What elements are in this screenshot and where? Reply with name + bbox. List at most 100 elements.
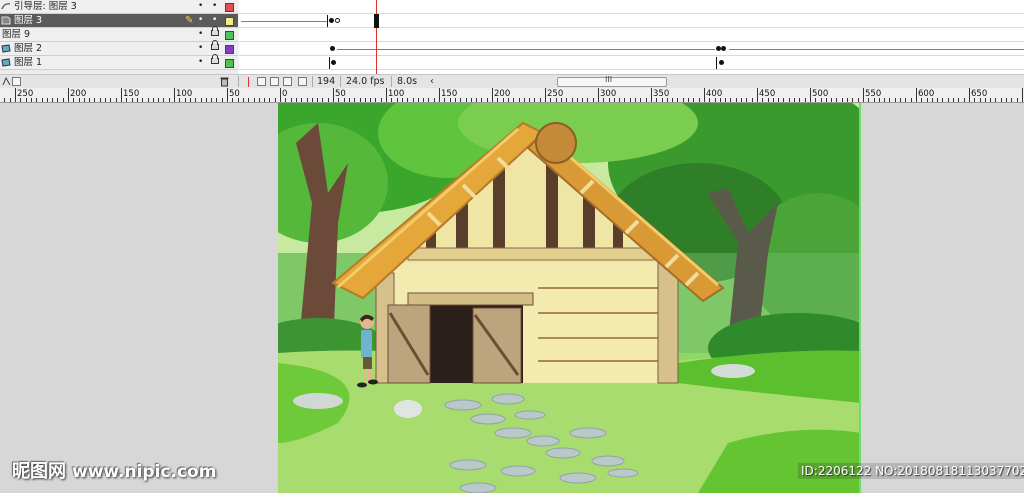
ruler-tick — [895, 98, 896, 102]
ruler-tick — [651, 88, 652, 102]
frame-rate[interactable]: 24.0 fps — [346, 75, 385, 88]
layer-color-swatch[interactable] — [225, 59, 234, 68]
ruler-tick — [519, 98, 520, 102]
ruler-tick — [768, 98, 769, 102]
lock-icon[interactable] — [211, 26, 219, 36]
ruler-tick — [280, 88, 281, 102]
ruler-tick — [439, 88, 440, 102]
ruler-tick — [344, 98, 345, 102]
ruler-tick — [799, 98, 800, 102]
tween-span — [729, 49, 1024, 50]
ruler-tick — [370, 98, 371, 102]
scroll-left-arrow[interactable]: ‹ — [430, 75, 434, 88]
ruler-tick — [349, 98, 350, 102]
lock-icon[interactable] — [211, 40, 219, 50]
frame-row[interactable] — [239, 0, 1024, 14]
ruler-tick — [587, 98, 588, 102]
keyframe[interactable] — [331, 60, 336, 65]
ruler-tick — [487, 98, 488, 102]
keyframe[interactable] — [330, 46, 335, 51]
ruler-tick — [137, 98, 138, 102]
keyframe-marker — [716, 57, 717, 69]
ruler-tick — [291, 98, 292, 102]
ruler-tick — [497, 98, 498, 102]
visibility-dot[interactable]: • — [198, 14, 203, 27]
ruler-tick — [15, 88, 16, 102]
layer-row-guide[interactable]: 引导层: 图层 3 • • — [0, 0, 238, 14]
ruler-tick — [31, 98, 32, 102]
ruler-tick — [413, 98, 414, 102]
ruler-tick — [216, 98, 217, 102]
new-folder-icon[interactable] — [12, 77, 21, 86]
ruler-tick — [195, 98, 196, 102]
visibility-dot[interactable]: • — [198, 56, 203, 69]
frame-row[interactable] — [239, 14, 1024, 28]
lock-dot[interactable]: • — [212, 0, 217, 13]
ruler-tick — [68, 88, 69, 102]
layer-row-9[interactable]: 图层 9 • — [0, 26, 238, 42]
ruler-tick — [132, 98, 133, 102]
keyframe[interactable] — [719, 60, 724, 65]
ruler-tick — [428, 98, 429, 102]
ruler-tick — [148, 98, 149, 102]
ruler-tick — [1001, 98, 1002, 102]
layer-row-3[interactable]: 图层 3 ✎ • • — [0, 14, 238, 28]
lock-icon[interactable] — [211, 54, 219, 64]
ruler-tick — [889, 98, 890, 102]
ruler-tick — [656, 98, 657, 102]
layer-color-swatch[interactable] — [225, 3, 234, 12]
keyframe[interactable] — [329, 18, 334, 23]
ruler-tick — [248, 98, 249, 102]
timeline-status-bar: 194 24.0 fps 8.0s ‹ III — [0, 74, 1024, 88]
visibility-dot[interactable]: • — [198, 28, 203, 41]
keyframe[interactable] — [335, 18, 340, 23]
ruler-tick — [163, 98, 164, 102]
frame-row[interactable] — [239, 56, 1024, 70]
layer-color-swatch[interactable] — [225, 17, 234, 26]
onion-skin-icon[interactable] — [257, 77, 266, 86]
edit-multiple-frames-icon[interactable] — [283, 77, 292, 86]
ruler-tick — [322, 98, 323, 102]
stage-canvas[interactable] — [278, 103, 861, 493]
ruler-tick — [471, 98, 472, 102]
playhead-handle[interactable] — [374, 14, 379, 28]
ruler-tick — [275, 98, 276, 102]
timeline-scrollbar[interactable]: III — [557, 75, 667, 87]
modify-markers-icon[interactable] — [298, 77, 307, 86]
ruler-tick — [746, 98, 747, 102]
ruler-tick — [492, 88, 493, 102]
ruler-tick — [730, 98, 731, 102]
frame-row[interactable] — [239, 28, 1024, 42]
layer-row-2[interactable]: 图层 2 • — [0, 40, 238, 56]
frame-row[interactable] — [239, 42, 1024, 56]
ruler-tick — [142, 98, 143, 102]
onion-outline-icon[interactable] — [270, 77, 279, 86]
ruler-tick — [312, 98, 313, 102]
layer-color-swatch[interactable] — [225, 31, 234, 40]
ruler-tick — [778, 98, 779, 102]
new-layer-icon[interactable] — [2, 76, 11, 86]
layer-row-1[interactable]: 图层 1 • — [0, 54, 238, 70]
ruler-tick — [100, 98, 101, 102]
guided-layer-icon — [1, 58, 11, 67]
ruler-tick — [158, 98, 159, 102]
layer-color-swatch[interactable] — [225, 45, 234, 54]
ruler-tick — [905, 98, 906, 102]
keyframe[interactable] — [721, 46, 726, 51]
visibility-dot[interactable]: • — [198, 42, 203, 55]
current-frame[interactable]: 194 — [317, 75, 335, 88]
ruler-tick — [190, 98, 191, 102]
ruler-tick — [815, 98, 816, 102]
trash-icon[interactable] — [220, 77, 229, 87]
ruler-tick — [603, 98, 604, 102]
ruler-tick — [232, 98, 233, 102]
ruler-tick — [937, 98, 938, 102]
visibility-dot[interactable]: • — [198, 0, 203, 13]
watermark-logo: 昵图网 www.nipic.com — [12, 457, 216, 487]
ruler-tick — [222, 98, 223, 102]
ruler-tick — [365, 98, 366, 102]
ruler-tick — [52, 98, 53, 102]
ruler-tick — [185, 98, 186, 102]
center-frame-icon[interactable] — [244, 77, 253, 87]
frame-grid[interactable] — [239, 0, 1024, 74]
